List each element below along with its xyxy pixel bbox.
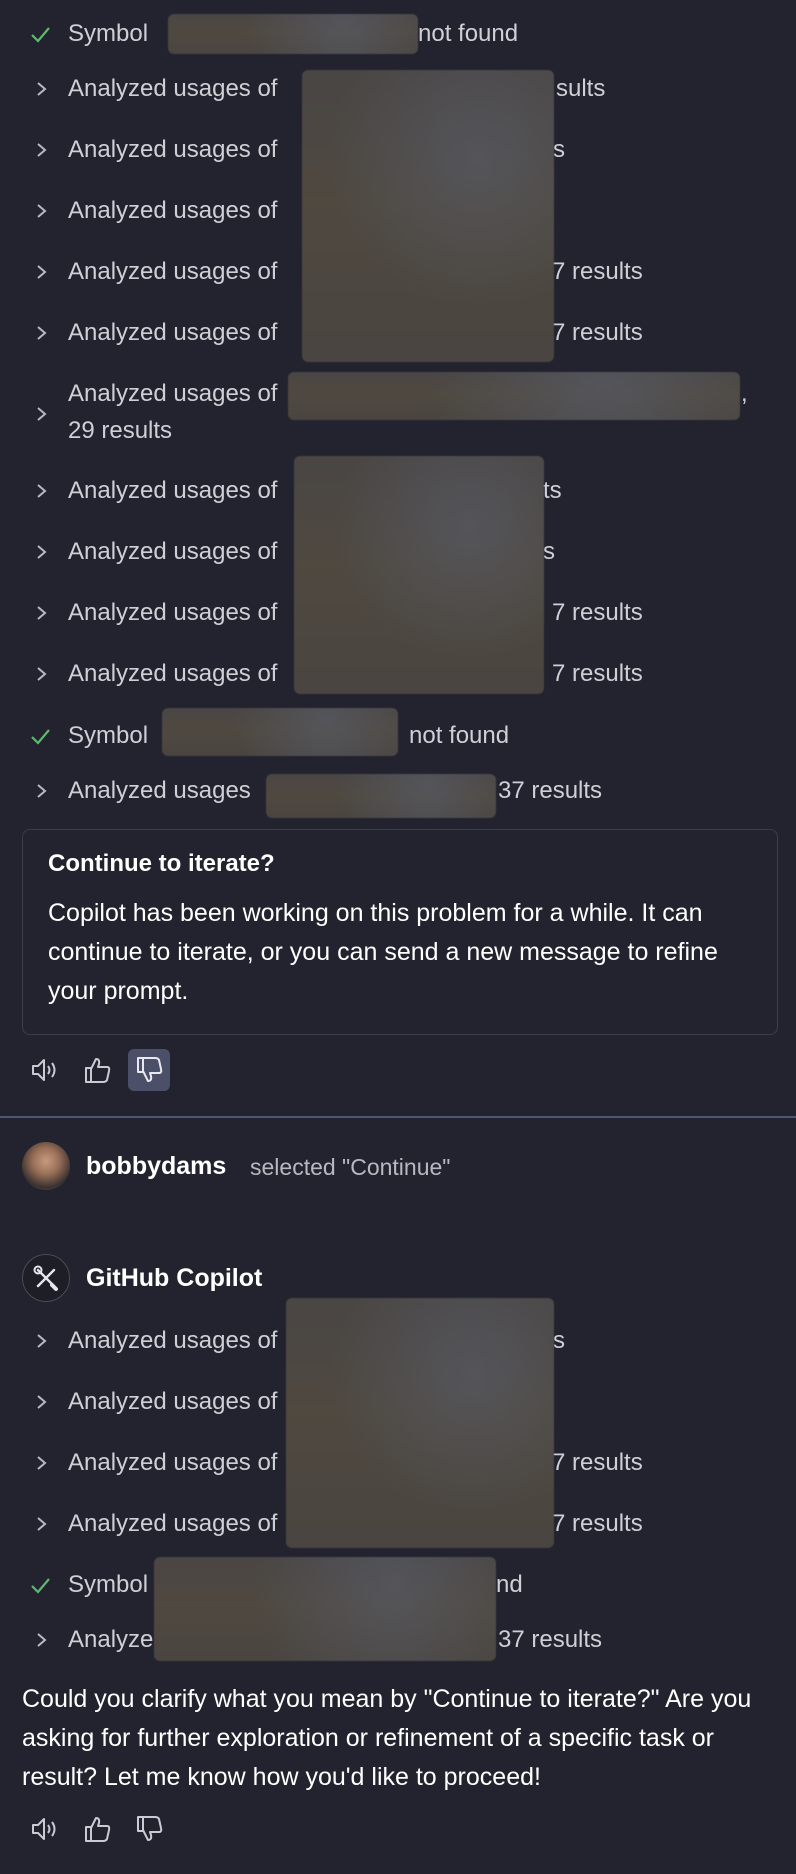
row-result: 7 results bbox=[552, 599, 643, 626]
row-result: 37 results bbox=[498, 1626, 603, 1653]
row-label: Analyzed usages of bbox=[68, 75, 278, 102]
row-label: Analyzed usages of bbox=[68, 136, 278, 163]
chevron-right-icon bbox=[28, 69, 58, 109]
row-result: not found bbox=[409, 722, 510, 749]
check-icon bbox=[28, 1565, 58, 1605]
redacted-region bbox=[302, 70, 554, 362]
chevron-right-icon bbox=[28, 1504, 58, 1544]
check-icon bbox=[28, 14, 58, 54]
chevron-right-icon bbox=[28, 1443, 58, 1483]
chevron-right-icon bbox=[28, 771, 58, 811]
row-label: Analyzed usages of bbox=[68, 660, 278, 687]
read-aloud-button[interactable] bbox=[24, 1808, 66, 1850]
speaker-icon bbox=[32, 1059, 56, 1081]
chevron-right-icon bbox=[28, 191, 58, 231]
chevron-right-icon bbox=[28, 394, 58, 434]
thumbs-down-icon bbox=[137, 1057, 163, 1082]
assistant-name: GitHub Copilot bbox=[86, 1264, 263, 1292]
thumbs-up-button[interactable] bbox=[76, 1808, 118, 1850]
thumbs-down-button[interactable] bbox=[128, 1808, 170, 1850]
row-result-line2: 29 results bbox=[68, 417, 173, 444]
redacted-region bbox=[288, 372, 740, 420]
redacted-region bbox=[266, 774, 496, 818]
row-result: ts bbox=[543, 477, 562, 504]
thumbs-up-icon bbox=[85, 1817, 111, 1842]
card-title: Continue to iterate? bbox=[48, 850, 275, 877]
redacted-region bbox=[162, 708, 398, 756]
message-divider bbox=[0, 1116, 796, 1118]
row-result: not found bbox=[418, 20, 519, 47]
redacted-region bbox=[154, 1557, 496, 1661]
chevron-right-icon bbox=[28, 532, 58, 572]
row-label: Analyzed usages of bbox=[68, 319, 278, 346]
row-label: Analyzed usages of bbox=[68, 197, 278, 224]
row-label: Analyzed usages of bbox=[68, 1510, 278, 1537]
row-result: s bbox=[553, 136, 565, 163]
card-body: Copilot has been working on this problem… bbox=[48, 899, 718, 1005]
thumbs-up-button[interactable] bbox=[76, 1049, 118, 1091]
row-result: 37 results bbox=[498, 777, 603, 804]
chevron-right-icon bbox=[28, 1620, 58, 1660]
row-result: 7 results bbox=[552, 660, 643, 687]
row-result: 7 results bbox=[552, 319, 643, 346]
check-icon bbox=[28, 716, 58, 756]
user-avatar[interactable] bbox=[22, 1142, 70, 1190]
row-label: Analyzed usages of bbox=[68, 477, 278, 504]
tool-call-row[interactable]: Symbol not found bbox=[0, 716, 796, 756]
row-label: Analyzed usages of bbox=[68, 1449, 278, 1476]
row-label: Symbol bbox=[68, 722, 149, 749]
chevron-right-icon bbox=[28, 252, 58, 292]
thumbs-down-button[interactable] bbox=[128, 1049, 170, 1091]
chevron-right-icon bbox=[28, 313, 58, 353]
row-label: Symbol bbox=[68, 20, 149, 47]
row-result: 7 results bbox=[552, 258, 643, 285]
row-label: Analyzed usages of bbox=[68, 380, 278, 407]
thumbs-up-icon bbox=[85, 1058, 111, 1083]
thumbs-down-icon bbox=[137, 1816, 163, 1841]
row-label: Analyzed usages of bbox=[68, 599, 278, 626]
redacted-region bbox=[168, 14, 418, 54]
row-label: Analyzed usages of bbox=[68, 1388, 278, 1415]
chevron-right-icon bbox=[28, 593, 58, 633]
row-label: Analyze bbox=[68, 1626, 154, 1653]
chevron-right-icon bbox=[28, 471, 58, 511]
row-label: Analyzed usages of bbox=[68, 538, 278, 565]
chevron-right-icon bbox=[28, 654, 58, 694]
row-result: 7 results bbox=[552, 1510, 643, 1537]
chevron-right-icon bbox=[28, 1382, 58, 1422]
redacted-region bbox=[294, 456, 544, 694]
row-result: s bbox=[543, 538, 555, 565]
tools-icon bbox=[33, 1265, 58, 1291]
username[interactable]: bobbydams bbox=[86, 1152, 226, 1181]
row-result: s bbox=[553, 1327, 565, 1354]
row-label: Symbol bbox=[68, 1571, 149, 1598]
row-result: 7 results bbox=[552, 1449, 643, 1476]
row-label: Analyzed usages of bbox=[68, 258, 278, 285]
chevron-right-icon bbox=[28, 130, 58, 170]
row-label: Analyzed usages bbox=[68, 777, 251, 804]
assistant-answer: Could you clarify what you mean by "Cont… bbox=[22, 1685, 752, 1791]
speaker-icon bbox=[32, 1818, 56, 1840]
chevron-right-icon bbox=[28, 1321, 58, 1361]
row-result: sults bbox=[556, 75, 606, 102]
read-aloud-button[interactable] bbox=[24, 1049, 66, 1091]
user-action-text: selected "Continue" bbox=[250, 1154, 451, 1180]
redacted-region bbox=[286, 1298, 554, 1548]
row-label: Analyzed usages of bbox=[68, 1327, 278, 1354]
row-result: nd bbox=[496, 1571, 523, 1598]
row-result: , bbox=[741, 380, 748, 407]
copilot-avatar bbox=[22, 1254, 70, 1302]
continue-prompt-card: Continue to iterate? Copilot has been wo… bbox=[22, 829, 778, 1035]
